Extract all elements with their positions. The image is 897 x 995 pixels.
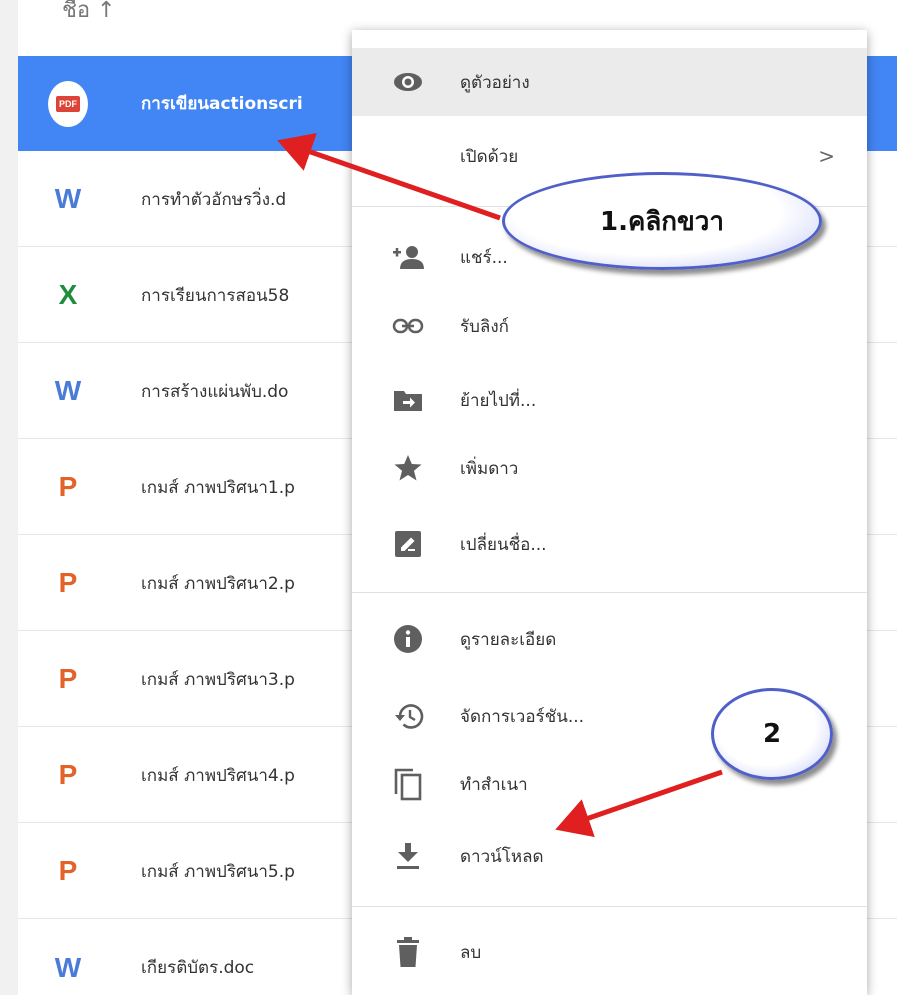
drive-file-list-page: ชื่อ ↑ PDF การเขียนactionscri W การทำตัว… <box>0 0 897 995</box>
arrow-to-download <box>555 769 723 838</box>
callout-step-2: 2 <box>711 688 833 780</box>
annotation-arrows <box>277 132 723 838</box>
arrow-to-selected-file <box>277 132 501 221</box>
callout-step-1: 1.คลิกขวา <box>502 172 822 270</box>
